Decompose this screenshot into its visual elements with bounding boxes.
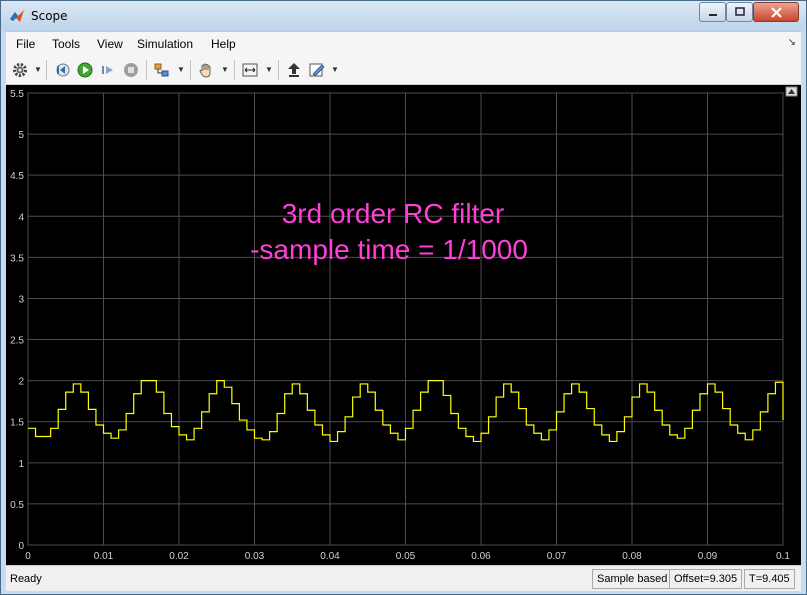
x-tick-label: 0.01 <box>94 551 114 562</box>
menu-simulation[interactable]: Simulation <box>137 37 193 51</box>
x-tick-label: 0.08 <box>622 551 642 562</box>
zoom-fit-button[interactable] <box>240 60 260 80</box>
toolbar-separator <box>146 60 147 80</box>
pan-button[interactable] <box>196 60 216 80</box>
scope-window: Scope File Tools View Simulation Help ↘ … <box>0 0 807 595</box>
pan-icon <box>199 63 211 78</box>
step-forward-button[interactable] <box>98 60 118 80</box>
x-tick-label: 0.02 <box>169 551 189 562</box>
y-tick-label: 4.5 <box>10 171 24 182</box>
style-icon <box>309 63 325 77</box>
run-icon <box>77 62 93 78</box>
maximize-icon <box>734 7 745 16</box>
restore-icon <box>288 63 300 77</box>
x-tick-label: 0.03 <box>245 551 265 562</box>
menu-bar: File Tools View Simulation Help ↘ <box>6 31 801 55</box>
close-icon <box>770 6 782 18</box>
y-tick-label: 0.5 <box>10 500 24 511</box>
run-button[interactable] <box>75 60 95 80</box>
minimize-button[interactable] <box>699 2 726 22</box>
scope-plot-area[interactable]: 0 0.01 0.02 0.03 0.04 0.05 0.06 0.07 0.08 0.09 0.1… <box>6 85 801 565</box>
gear-icon <box>13 63 27 77</box>
menu-view[interactable]: View <box>97 37 123 51</box>
y-tick-label: 1 <box>18 459 24 470</box>
y-tick-label: 2 <box>18 377 24 388</box>
maximize-button[interactable] <box>726 2 753 22</box>
y-tick-label: 3.5 <box>10 253 24 264</box>
x-tick-label: 0.1 <box>776 551 790 562</box>
highlight-block-icon <box>154 63 169 77</box>
step-back-icon <box>56 63 70 77</box>
y-tick-label: 1.5 <box>10 418 24 429</box>
x-tick-label: 0 <box>25 551 31 562</box>
window-title: Scope <box>31 9 68 23</box>
y-tick-label: 4 <box>18 212 24 223</box>
x-tick-label: 0.07 <box>547 551 567 562</box>
pan-dropdown-arrow-icon[interactable]: ▼ <box>221 65 229 74</box>
configuration-button[interactable] <box>10 60 30 80</box>
status-sample-mode: Sample based <box>592 569 673 589</box>
style-dropdown-arrow-icon[interactable]: ▼ <box>331 65 339 74</box>
zoom-fit-icon <box>242 63 258 77</box>
zoom-dropdown-arrow-icon[interactable]: ▼ <box>265 65 273 74</box>
highlight-dropdown-arrow-icon[interactable]: ▼ <box>177 65 185 74</box>
menu-file[interactable]: File <box>16 37 35 51</box>
restore-button[interactable] <box>284 60 304 80</box>
x-tick-label: 0.06 <box>471 551 491 562</box>
toolbar-separator <box>46 60 47 80</box>
minimize-icon <box>708 14 717 16</box>
menu-help[interactable]: Help <box>211 37 236 51</box>
toolbar: ▼ ▼ ▼ ▼ ▼ <box>6 55 801 85</box>
stop-icon <box>124 63 138 77</box>
y-tick-label: 5 <box>18 130 24 141</box>
status-bar: Ready Sample based Offset=9.305 T=9.405 <box>6 565 801 591</box>
stop-button[interactable] <box>121 60 141 80</box>
annotation-line-2: -sample time = 1/1000 <box>250 234 528 265</box>
configuration-dropdown-arrow-icon[interactable]: ▼ <box>34 65 42 74</box>
toolbar-separator <box>234 60 235 80</box>
x-tick-label: 0.09 <box>698 551 718 562</box>
menu-collapse-arrow-icon[interactable]: ↘ <box>788 37 796 48</box>
style-button[interactable] <box>307 60 327 80</box>
menu-tools[interactable]: Tools <box>52 37 80 51</box>
x-tick-label: 0.04 <box>320 551 340 562</box>
status-offset: Offset=9.305 <box>669 569 743 589</box>
toolbar-separator <box>278 60 279 80</box>
y-tick-label: 2.5 <box>10 336 24 347</box>
close-button[interactable] <box>753 2 799 22</box>
highlight-block-button[interactable] <box>152 60 172 80</box>
toolbar-separator <box>190 60 191 80</box>
status-ready: Ready <box>10 573 42 585</box>
scope-plot[interactable]: 0 0.01 0.02 0.03 0.04 0.05 0.06 0.07 0.08 0.09 0.1… <box>6 85 801 565</box>
matlab-icon <box>10 10 24 22</box>
y-tick-label: 0 <box>18 541 24 552</box>
step-back-button[interactable] <box>52 60 72 80</box>
y-tick-label: 3 <box>18 294 24 305</box>
x-tick-label: 0.05 <box>396 551 416 562</box>
annotation-line-1: 3rd order RC filter <box>282 198 505 229</box>
step-forward-icon <box>102 66 113 74</box>
y-tick-label: 5.5 <box>10 89 24 100</box>
status-time: T=9.405 <box>744 569 795 589</box>
title-bar[interactable]: Scope <box>1 1 806 31</box>
